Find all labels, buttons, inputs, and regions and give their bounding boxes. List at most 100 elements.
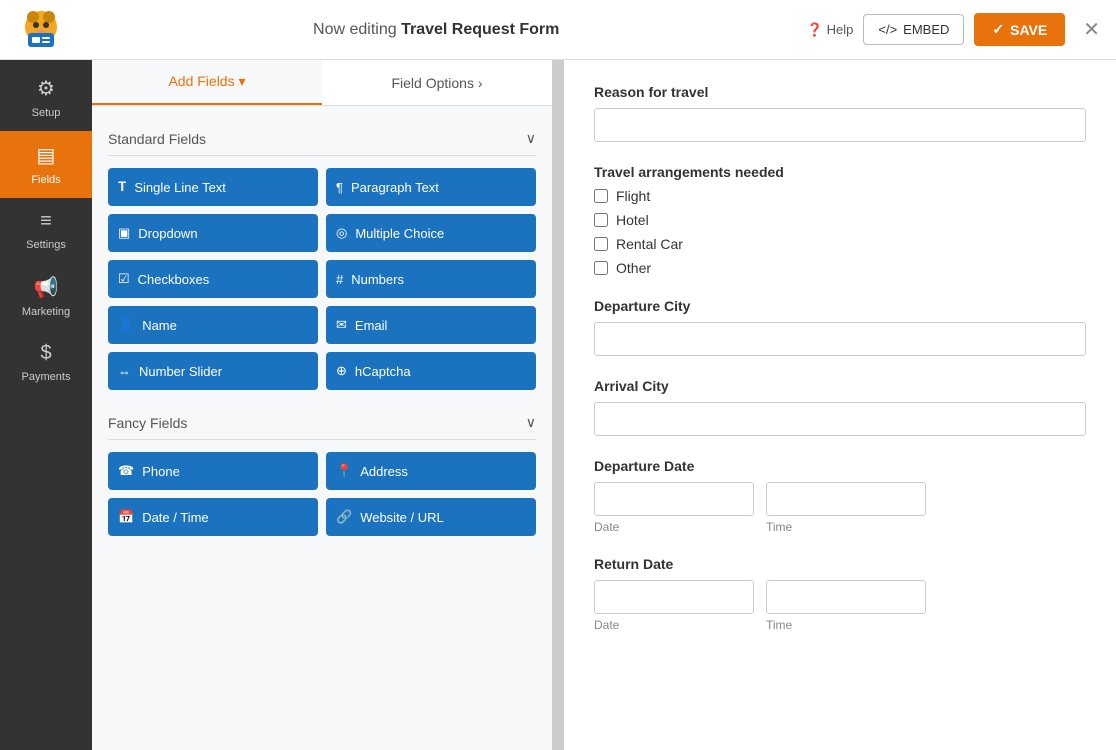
fields-tabs: Add Fields ▾ Field Options › [92,60,552,106]
input-departure-city[interactable] [594,322,1086,356]
fancy-fields-header[interactable]: Fancy Fields ∨ [108,406,536,440]
input-arrival-city[interactable] [594,402,1086,436]
editing-title: Now editing Travel Request Form [78,21,794,39]
input-reason[interactable] [594,108,1086,142]
field-departure-date: Departure Date Date Time [594,458,1086,534]
multiple-choice-icon: ◎ [336,225,347,241]
fields-panel: Add Fields ▾ Field Options › Standard Fi… [92,60,552,750]
return-date-label: Date [594,618,754,632]
checkbox-rental-car[interactable]: Rental Car [594,236,1086,252]
standard-fields-grid: 𝐓 Single Line Text ¶ Paragraph Text ▣ Dr… [108,168,536,390]
field-btn-dropdown[interactable]: ▣ Dropdown [108,214,318,252]
sidebar-item-marketing[interactable]: 📢 Marketing [0,263,92,330]
gear-icon: ⚙ [37,76,55,101]
help-button[interactable]: ❓ Help [806,22,853,38]
sidebar-item-payments[interactable]: $ Payments [0,330,92,395]
numbers-icon: # [336,272,343,287]
label-arrangements: Travel arrangements needed [594,164,1086,180]
sidebar-label-fields: Fields [31,174,60,186]
departure-time-label: Time [766,520,926,534]
field-btn-checkboxes[interactable]: ☑ Checkboxes [108,260,318,298]
checkbox-other-input[interactable] [594,261,608,275]
phone-icon: ☎ [118,463,134,479]
checkboxes-icon: ☑ [118,271,130,287]
checkbox-hotel-input[interactable] [594,213,608,227]
marketing-icon: 📢 [34,275,59,300]
field-btn-address[interactable]: 📍 Address [326,452,536,490]
checkbox-group-arrangements: Flight Hotel Rental Car Other [594,188,1086,276]
settings-icon: ≡ [40,210,52,233]
address-icon: 📍 [336,463,352,479]
departure-time-input-group: Time [766,482,926,534]
embed-button[interactable]: </> EMBED [863,14,964,45]
hcaptcha-icon: ⊕ [336,363,347,379]
return-date-input-group: Date [594,580,754,632]
field-btn-name[interactable]: 👤 Name [108,306,318,344]
datetime-icon: 📅 [118,509,134,525]
checkbox-flight[interactable]: Flight [594,188,1086,204]
tab-add-fields[interactable]: Add Fields ▾ [92,60,322,105]
field-btn-hcaptcha[interactable]: ⊕ hCaptcha [326,352,536,390]
embed-icon: </> [878,22,897,37]
checkbox-hotel[interactable]: Hotel [594,212,1086,228]
input-departure-date[interactable] [594,482,754,516]
label-arrival-city: Arrival City [594,378,1086,394]
field-arrival-city: Arrival City [594,378,1086,436]
field-btn-email[interactable]: ✉ Email [326,306,536,344]
sidebar-item-fields[interactable]: ▤ Fields [0,131,92,198]
return-time-label: Time [766,618,926,632]
field-btn-multiple-choice[interactable]: ◎ Multiple Choice [326,214,536,252]
departure-date-label: Date [594,520,754,534]
sidebar: ⚙ Setup ▤ Fields ≡ Settings 📢 Marketing … [0,60,92,750]
single-line-icon: 𝐓 [118,179,126,195]
field-btn-number-slider[interactable]: ⇔ Number Slider [108,352,318,390]
field-return-date: Return Date Date Time [594,556,1086,632]
sidebar-label-setup: Setup [32,107,61,119]
tab-field-options[interactable]: Field Options › [322,60,552,105]
departure-date-row: Date Time [594,482,1086,534]
field-btn-datetime[interactable]: 📅 Date / Time [108,498,318,536]
topbar: Now editing Travel Request Form ❓ Help <… [0,0,1116,60]
name-icon: 👤 [118,317,134,333]
sidebar-item-setup[interactable]: ⚙ Setup [0,64,92,131]
sidebar-item-settings[interactable]: ≡ Settings [0,198,92,263]
input-return-time[interactable] [766,580,926,614]
field-btn-numbers[interactable]: # Numbers [326,260,536,298]
slider-icon: ⇔ [118,364,131,379]
field-departure-city: Departure City [594,298,1086,356]
paragraph-icon: ¶ [336,180,343,195]
return-time-input-group: Time [766,580,926,632]
input-departure-time[interactable] [766,482,926,516]
sidebar-label-payments: Payments [22,371,71,383]
logo [16,5,66,55]
label-departure-date: Departure Date [594,458,1086,474]
close-button[interactable]: ✕ [1083,17,1100,42]
field-reason-for-travel: Reason for travel [594,84,1086,142]
website-icon: 🔗 [336,509,352,525]
field-btn-single-line[interactable]: 𝐓 Single Line Text [108,168,318,206]
scroll-divider [552,60,564,750]
check-icon: ✓ [992,21,1004,38]
email-icon: ✉ [336,317,347,333]
checkbox-other[interactable]: Other [594,260,1086,276]
form-preview: Reason for travel Travel arrangements ne… [564,60,1116,750]
checkbox-flight-input[interactable] [594,189,608,203]
fields-icon: ▤ [37,143,56,168]
input-return-date[interactable] [594,580,754,614]
field-btn-website[interactable]: 🔗 Website / URL [326,498,536,536]
checkbox-rental-car-input[interactable] [594,237,608,251]
save-button[interactable]: ✓ SAVE [974,13,1065,46]
standard-fields-header[interactable]: Standard Fields ∨ [108,122,536,156]
field-btn-phone[interactable]: ☎ Phone [108,452,318,490]
field-travel-arrangements: Travel arrangements needed Flight Hotel … [594,164,1086,276]
field-btn-paragraph[interactable]: ¶ Paragraph Text [326,168,536,206]
sidebar-label-marketing: Marketing [22,306,70,318]
label-departure-city: Departure City [594,298,1086,314]
fields-content: Standard Fields ∨ 𝐓 Single Line Text ¶ P… [92,106,552,750]
label-reason: Reason for travel [594,84,1086,100]
main-layout: ⚙ Setup ▤ Fields ≡ Settings 📢 Marketing … [0,60,1116,750]
dropdown-icon: ▣ [118,225,130,241]
topbar-actions: ❓ Help </> EMBED ✓ SAVE ✕ [806,13,1100,46]
chevron-down-icon-fancy: ∨ [526,414,536,431]
departure-date-input-group: Date [594,482,754,534]
